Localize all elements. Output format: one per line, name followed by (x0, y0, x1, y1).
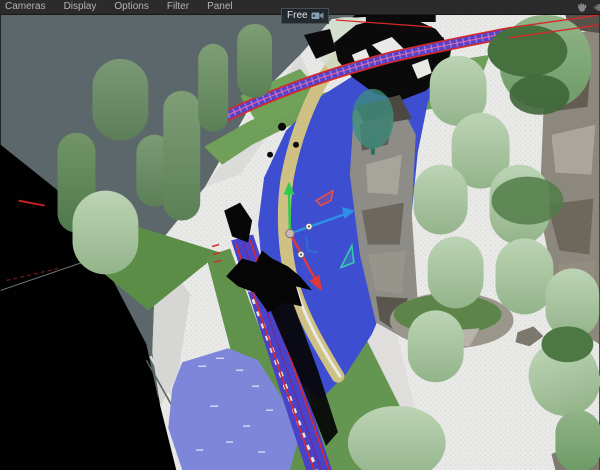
camera-mode-label: Free (287, 10, 308, 22)
camera-mode-badge[interactable]: Free (281, 8, 329, 24)
menu-options[interactable]: Options (105, 0, 157, 14)
3d-editor-window: Cameras Display Options Filter Panel Fre… (0, 0, 600, 470)
orbit-icon[interactable] (592, 2, 600, 13)
menu-display[interactable]: Display (55, 0, 106, 14)
scene-canvas (0, 15, 600, 470)
hand-icon[interactable] (576, 2, 588, 13)
free-camera-icon (311, 11, 324, 20)
menu-filter[interactable]: Filter (158, 0, 198, 14)
menu-cameras[interactable]: Cameras (0, 0, 55, 14)
menu-panel[interactable]: Panel (198, 0, 242, 14)
gizmo-origin[interactable] (286, 229, 294, 237)
3d-viewport[interactable] (0, 15, 600, 470)
